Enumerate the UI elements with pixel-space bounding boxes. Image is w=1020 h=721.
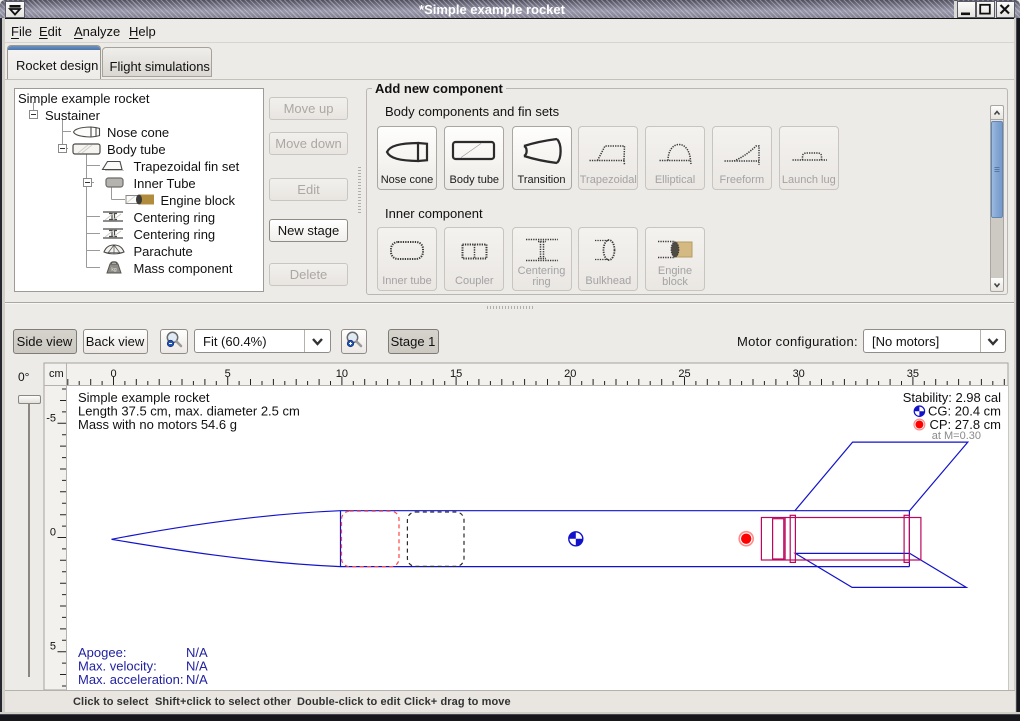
svg-text:25: 25 (678, 368, 690, 380)
svg-text:N/A: N/A (186, 672, 208, 687)
svg-text:5: 5 (225, 368, 231, 380)
svg-text:5: 5 (50, 641, 56, 653)
svg-text:30: 30 (793, 368, 805, 380)
svg-text:Max. acceleration:: Max. acceleration: (78, 672, 184, 687)
svg-text:cm: cm (49, 368, 64, 380)
svg-text:10: 10 (336, 368, 348, 380)
svg-text:0: 0 (50, 527, 56, 539)
svg-text:Mass with no motors 54.6 g: Mass with no motors 54.6 g (78, 417, 237, 432)
svg-text:20: 20 (564, 368, 576, 380)
svg-text:35: 35 (907, 368, 919, 380)
svg-text:15: 15 (450, 368, 462, 380)
svg-text:at M=0.30: at M=0.30 (932, 430, 981, 442)
svg-text:-5: -5 (46, 412, 56, 424)
svg-text:0: 0 (110, 368, 116, 380)
